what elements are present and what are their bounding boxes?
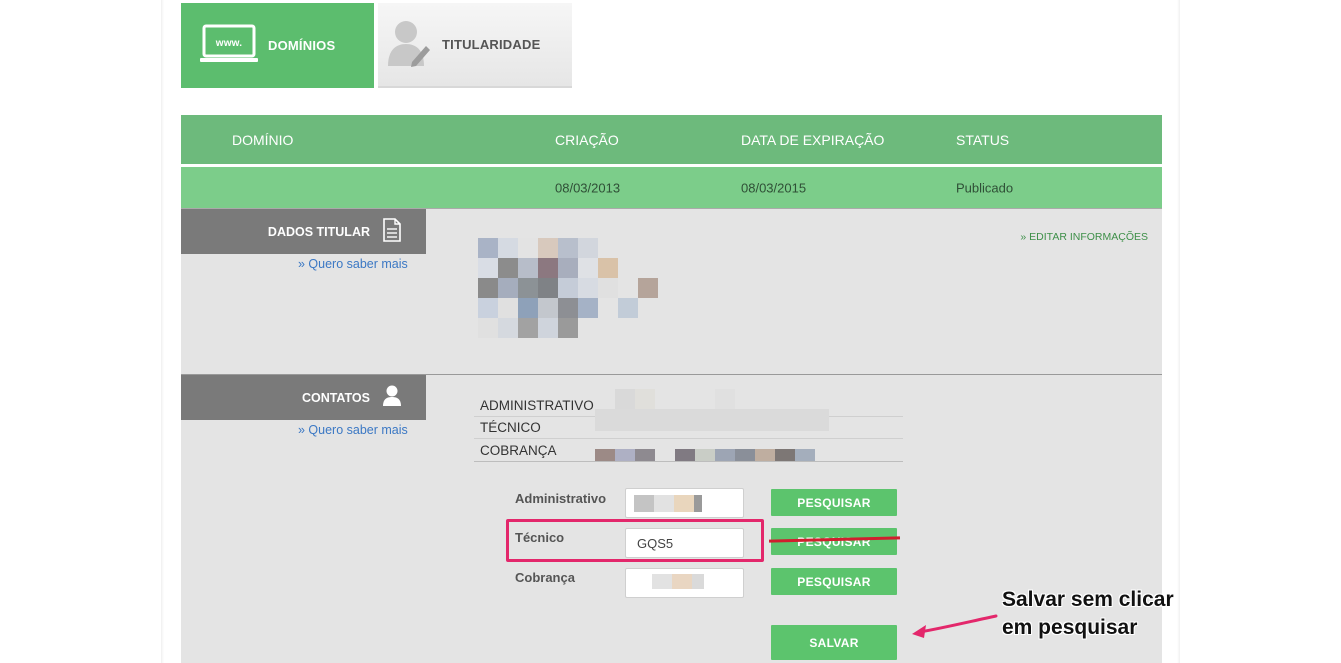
user-edit-icon <box>386 18 432 71</box>
tecnico-highlight-box <box>506 519 764 562</box>
annotation-arrow-icon <box>912 614 998 638</box>
dados-titular-title: DADOS TITULAR <box>267 224 370 239</box>
cell-status: Publicado <box>956 180 1014 195</box>
tab-titularidade[interactable]: TITULARIDADE <box>378 3 572 88</box>
salvar-button[interactable]: SALVAR <box>771 625 897 660</box>
header-data-expiracao: DATA DE EXPIRAÇÃO <box>741 131 885 148</box>
cell-criacao: 08/03/2013 <box>555 180 621 195</box>
svg-text:www.: www. <box>215 38 243 49</box>
content-shadow-left <box>161 0 164 663</box>
pesquisar-administrativo-button[interactable]: PESQUISAR <box>771 489 897 516</box>
tab-titularidade-label: TITULARIDADE <box>442 37 541 52</box>
document-icon <box>382 218 402 245</box>
label-administrativo: Administrativo <box>515 491 607 506</box>
www-monitor-icon: www. <box>200 24 258 67</box>
editar-informacoes-link[interactable]: » EDITAR INFORMAÇÕES <box>1020 231 1148 243</box>
redacted-owner-info <box>478 238 658 338</box>
cobranca-input[interactable] <box>625 568 744 598</box>
header-dominio: DOMÍNIO <box>232 131 294 148</box>
contatos-header: CONTATOS <box>181 375 426 420</box>
table-row[interactable]: 08/03/2013 08/03/2015 Publicado <box>181 167 1162 208</box>
administrativo-input[interactable] <box>625 488 744 518</box>
contatos-title: CONTATOS <box>301 390 370 405</box>
quero-saber-mais-link[interactable]: » Quero saber mais <box>298 257 408 271</box>
cell-data-expiracao: 08/03/2015 <box>741 180 807 195</box>
tab-dominios-label: DOMÍNIOS <box>268 38 336 53</box>
header-status: STATUS <box>956 131 1010 148</box>
annotation-line-2: em pesquisar <box>1002 616 1138 639</box>
dados-titular-header: DADOS TITULAR <box>181 209 426 254</box>
pesquisar-cobranca-button[interactable]: PESQUISAR <box>771 568 897 595</box>
content-shadow-right <box>1177 0 1180 663</box>
user-icon <box>382 385 402 410</box>
label-cobranca: Cobrança <box>515 570 575 585</box>
page: www. DOMÍNIOS TITULARIDADE DOMÍNIO CRIAÇ… <box>0 0 1341 663</box>
header-criacao: CRIAÇÃO <box>555 131 619 148</box>
dados-titular-panel: DADOS TITULAR » Quero saber mais » EDITA… <box>181 208 1162 374</box>
domain-table-header: DOMÍNIO CRIAÇÃO DATA DE EXPIRAÇÃO STATUS <box>181 115 1162 164</box>
tab-dominios[interactable]: www. DOMÍNIOS <box>181 3 374 88</box>
annotation-line-1: Salvar sem clicar <box>1002 588 1174 611</box>
annotation-text: Salvar sem clicar em pesquisar <box>1002 586 1174 642</box>
quero-saber-mais-link[interactable]: » Quero saber mais <box>298 423 408 437</box>
